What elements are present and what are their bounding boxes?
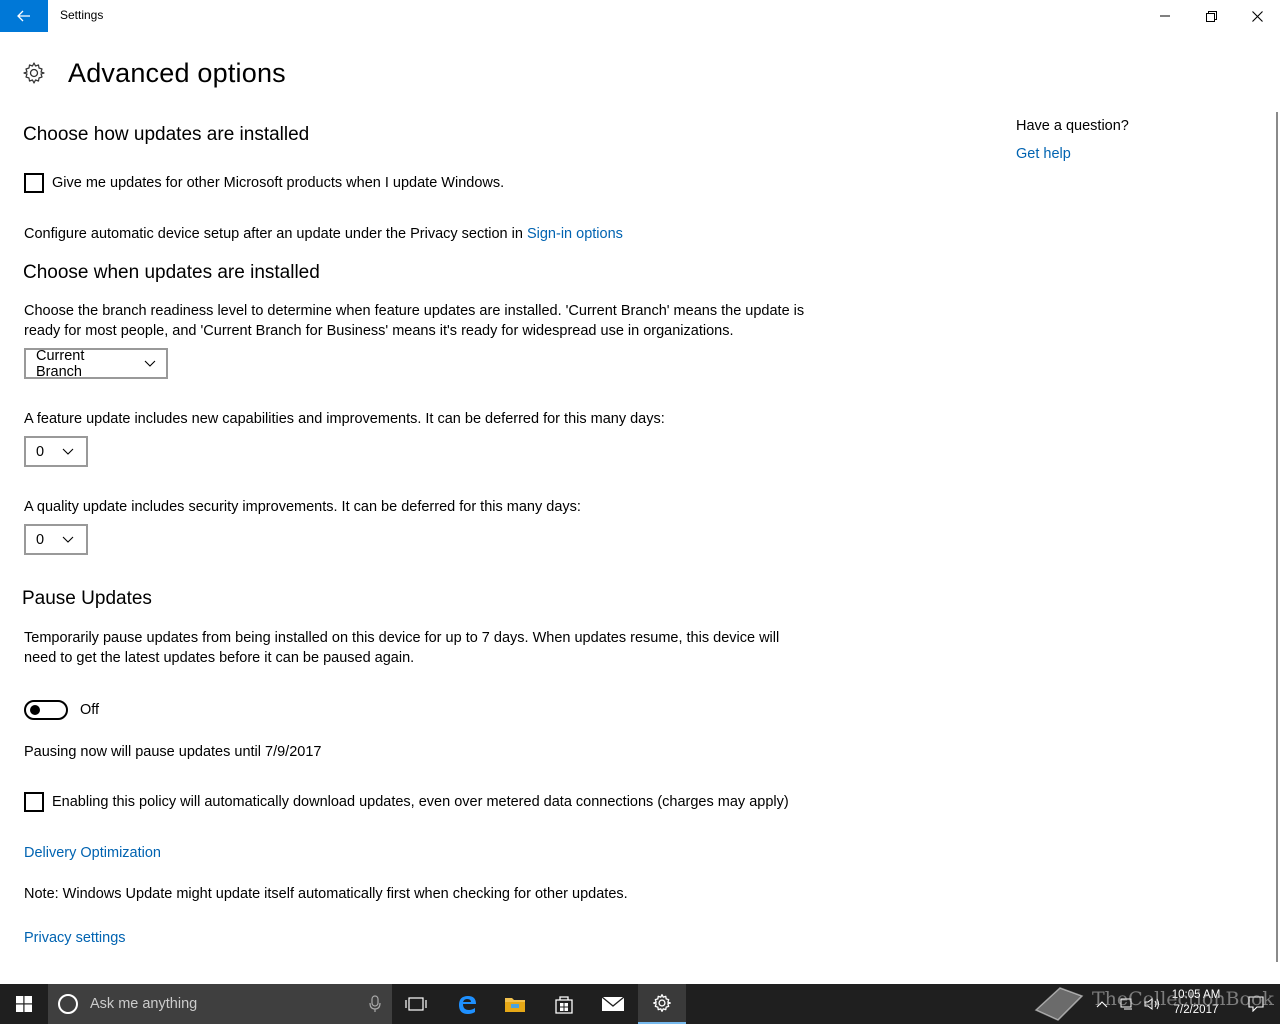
store-button[interactable] [540, 984, 588, 1024]
windows-update-note: Note: Windows Update might update itself… [24, 886, 628, 902]
chevron-down-icon [62, 448, 74, 455]
page-header: Advanced options [22, 56, 286, 90]
when-heading: Choose when updates are installed [23, 262, 320, 283]
minimize-button[interactable] [1142, 0, 1188, 32]
pause-description-line1: Temporarily pause updates from being ins… [24, 630, 780, 646]
search-placeholder: Ask me anything [90, 996, 198, 1012]
file-explorer-button[interactable] [491, 984, 539, 1024]
feature-days-select[interactable]: 0 [24, 436, 88, 467]
settings-taskbar-button[interactable] [638, 984, 686, 1024]
app-title: Settings [60, 8, 104, 22]
install-heading: Choose how updates are installed [23, 124, 310, 145]
minimize-icon [1160, 15, 1170, 17]
branch-description-line2: ready for most people, and 'Current Bran… [24, 323, 734, 339]
pause-toggle-row[interactable]: Off [24, 700, 99, 720]
metered-checkbox-row[interactable]: Enabling this policy will automatically … [24, 792, 789, 812]
mail-button[interactable] [589, 984, 637, 1024]
pause-toggle[interactable] [24, 700, 68, 720]
restore-button[interactable] [1188, 0, 1234, 32]
file-explorer-icon [505, 998, 525, 1012]
feature-days-value: 0 [36, 443, 45, 460]
toggle-knob [30, 705, 40, 715]
quality-days-select[interactable]: 0 [24, 524, 88, 555]
branch-select[interactable]: Current Branch [24, 347, 168, 380]
metered-label: Enabling this policy will automatically … [52, 794, 789, 810]
task-view-button[interactable] [392, 984, 440, 1024]
cortana-search-box[interactable]: Ask me anything [48, 984, 392, 1024]
windows-logo-icon [16, 996, 32, 1012]
edge-button[interactable] [443, 984, 491, 1024]
other-products-checkbox-row[interactable]: Give me updates for other Microsoft prod… [24, 173, 504, 193]
other-products-label: Give me updates for other Microsoft prod… [52, 175, 505, 191]
close-button[interactable] [1234, 0, 1280, 32]
metered-checkbox[interactable] [24, 792, 44, 812]
microphone-icon[interactable] [365, 994, 385, 1014]
feature-update-description: A feature update includes new capabiliti… [24, 411, 665, 427]
privacy-settings-link[interactable]: Privacy settings [24, 928, 126, 948]
back-button[interactable] [0, 0, 48, 32]
cortana-icon [58, 994, 78, 1014]
help-question: Have a question? [1016, 118, 1129, 134]
pause-heading: Pause Updates [22, 588, 152, 609]
edge-icon [459, 996, 476, 1014]
pause-until-text: Pausing now will pause updates until 7/9… [24, 744, 322, 760]
pause-toggle-label: Off [80, 702, 100, 718]
get-help-link[interactable]: Get help [1016, 146, 1071, 162]
signin-options-link[interactable]: Sign-in options [527, 226, 623, 242]
close-icon [1251, 10, 1263, 22]
pause-description-line2: need to get the latest updates before it… [24, 650, 415, 666]
start-button[interactable] [0, 984, 48, 1024]
watermark-text: TheCollectionBook [1092, 988, 1274, 1010]
signin-text-row: Configure automatic device setup after a… [24, 224, 623, 244]
quality-days-value: 0 [36, 531, 45, 548]
back-arrow-icon [17, 10, 30, 22]
store-icon [555, 996, 573, 1014]
taskbar: Ask me anything 10:05 AM 7/2/2017 [0, 984, 1280, 1024]
restore-icon [1205, 10, 1217, 22]
signin-description: Configure automatic device setup after a… [24, 226, 523, 242]
page-title: Advanced options [68, 57, 286, 88]
delivery-optimization-link[interactable]: Delivery Optimization [24, 843, 161, 863]
chevron-down-icon [144, 360, 156, 367]
scrollbar[interactable] [1276, 112, 1278, 962]
mail-icon [601, 996, 625, 1011]
task-view-icon [405, 997, 427, 1011]
settings-icon [653, 994, 671, 1012]
branch-description-line1: Choose the branch readiness level to det… [24, 303, 805, 319]
quality-update-description: A quality update includes security impro… [24, 499, 581, 515]
title-bar: Settings [0, 0, 1280, 32]
chevron-down-icon [62, 536, 74, 543]
gear-icon [23, 62, 45, 84]
other-products-checkbox[interactable] [24, 173, 44, 193]
branch-select-value: Current Branch [36, 347, 85, 380]
